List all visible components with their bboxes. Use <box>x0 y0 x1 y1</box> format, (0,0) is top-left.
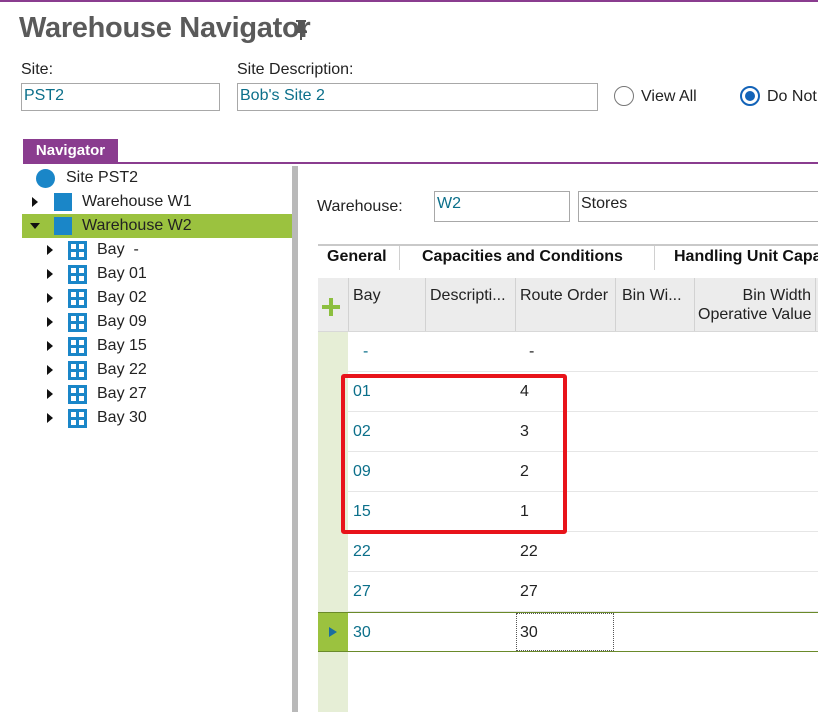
tree-item-label: Bay - <box>97 241 139 258</box>
do-not-radio[interactable] <box>740 86 760 106</box>
tree-item-bay[interactable]: Bay 15 <box>22 334 292 358</box>
tree-item-site[interactable]: Site PST2 <box>22 166 292 190</box>
bay-icon <box>68 289 87 308</box>
tree-item-bay[interactable]: Bay 02 <box>22 286 292 310</box>
tab-separator <box>654 246 655 270</box>
top-border <box>0 0 818 2</box>
page-title: Warehouse Navigator <box>19 12 311 44</box>
warehouse-field[interactable]: W2 <box>434 191 570 222</box>
tree-item-label: Bay 30 <box>97 409 147 426</box>
add-row-icon[interactable] <box>322 298 340 316</box>
expand-arrow-icon[interactable] <box>47 341 53 351</box>
tree-item-label: Bay 01 <box>97 265 147 282</box>
column-header-description[interactable]: Descripti... <box>430 287 506 305</box>
expand-arrow-icon[interactable] <box>47 413 53 423</box>
bay-icon <box>68 313 87 332</box>
tree-item-warehouse-w1[interactable]: Warehouse W1 <box>22 190 292 214</box>
bay-cell[interactable]: 22 <box>353 543 371 561</box>
warehouse-icon <box>54 193 72 211</box>
table-row[interactable]: 27 27 <box>348 572 818 612</box>
column-separator <box>425 278 426 331</box>
bay-cell[interactable]: 27 <box>353 583 371 601</box>
column-separator <box>515 278 516 331</box>
column-header-bin-width-operative[interactable]: Bin Width <box>698 287 811 305</box>
view-all-radio[interactable] <box>614 86 634 106</box>
expand-arrow-icon[interactable] <box>47 245 53 255</box>
column-separator <box>815 278 816 331</box>
route-order-editor[interactable] <box>516 613 614 651</box>
tree-item-label: Bay 27 <box>97 385 147 402</box>
highlight-annotation-box <box>341 374 567 534</box>
expand-arrow-icon[interactable] <box>47 293 53 303</box>
expand-arrow-icon[interactable] <box>32 197 38 207</box>
tree-item-label: Bay 15 <box>97 337 147 354</box>
tree-item-bay[interactable]: Bay 09 <box>22 310 292 334</box>
site-field[interactable]: PST2 <box>21 83 220 111</box>
column-separator <box>615 278 616 331</box>
tree-item-bay[interactable]: Bay 27 <box>22 382 292 406</box>
expand-arrow-icon[interactable] <box>47 365 53 375</box>
tree-item-label: Bay 02 <box>97 289 147 306</box>
site-description-label: Site Description: <box>237 61 354 78</box>
expand-arrow-icon[interactable] <box>47 269 53 279</box>
tree-item-bay[interactable]: Bay 01 <box>22 262 292 286</box>
route-order-cell[interactable]: - <box>529 343 534 361</box>
bay-cell[interactable]: 30 <box>353 624 371 642</box>
tree-item-warehouse-w2[interactable]: Warehouse W2 <box>22 214 292 238</box>
tree-item-label: Bay 22 <box>97 361 147 378</box>
tab-capacities-and-conditions[interactable]: Capacities and Conditions <box>422 248 623 266</box>
warehouse-description-field[interactable]: Stores <box>578 191 818 222</box>
tree-item-bay[interactable]: Bay - <box>22 238 292 262</box>
bay-icon <box>68 337 87 356</box>
view-all-label: View All <box>641 88 697 105</box>
pin-icon[interactable] <box>292 19 310 41</box>
site-icon <box>36 169 55 188</box>
tab-general[interactable]: General <box>327 248 387 266</box>
table-row[interactable]: - - <box>348 332 818 372</box>
column-separator <box>694 278 695 331</box>
column-header-bin-width[interactable]: Bin Wi... <box>622 287 682 305</box>
expand-arrow-icon[interactable] <box>47 389 53 399</box>
tab-handling-unit-capacities[interactable]: Handling Unit Capa <box>674 248 818 266</box>
tree-item-label: Warehouse W1 <box>82 193 192 210</box>
tree-item-label: Bay 09 <box>97 313 147 330</box>
site-description-field[interactable]: Bob's Site 2 <box>237 83 598 111</box>
bay-icon <box>68 385 87 404</box>
tree-item-label: Warehouse W2 <box>82 217 192 234</box>
grid-tabs-divider <box>318 244 818 246</box>
warehouse-icon <box>54 217 72 235</box>
column-separator <box>348 278 349 331</box>
bay-icon <box>68 361 87 380</box>
collapse-arrow-icon[interactable] <box>30 223 40 229</box>
do-not-label: Do Not <box>767 88 817 105</box>
bay-icon <box>68 265 87 284</box>
bay-cell[interactable]: - <box>363 343 368 361</box>
table-row[interactable]: 22 22 <box>348 532 818 572</box>
tab-separator <box>399 246 400 270</box>
site-label: Site: <box>21 61 54 78</box>
column-header-operative-value: Operative Value <box>698 306 812 323</box>
navigator-divider <box>23 162 818 164</box>
active-row-marker-icon <box>318 612 348 652</box>
navigator-tab[interactable]: Navigator <box>23 139 118 163</box>
tree-item-label: Site PST2 <box>66 169 139 186</box>
expand-arrow-icon[interactable] <box>47 317 53 327</box>
panel-splitter[interactable] <box>292 166 298 712</box>
warehouse-label: Warehouse: <box>317 198 403 215</box>
route-order-cell[interactable]: 27 <box>520 583 538 601</box>
column-header-route-order[interactable]: Route Order <box>520 287 608 305</box>
tree-item-bay[interactable]: Bay 22 <box>22 358 292 382</box>
bay-icon <box>68 409 87 428</box>
route-order-cell[interactable]: 22 <box>520 543 538 561</box>
column-header-bay[interactable]: Bay <box>353 287 381 305</box>
tree-item-bay[interactable]: Bay 30 <box>22 406 292 430</box>
bay-icon <box>68 241 87 260</box>
